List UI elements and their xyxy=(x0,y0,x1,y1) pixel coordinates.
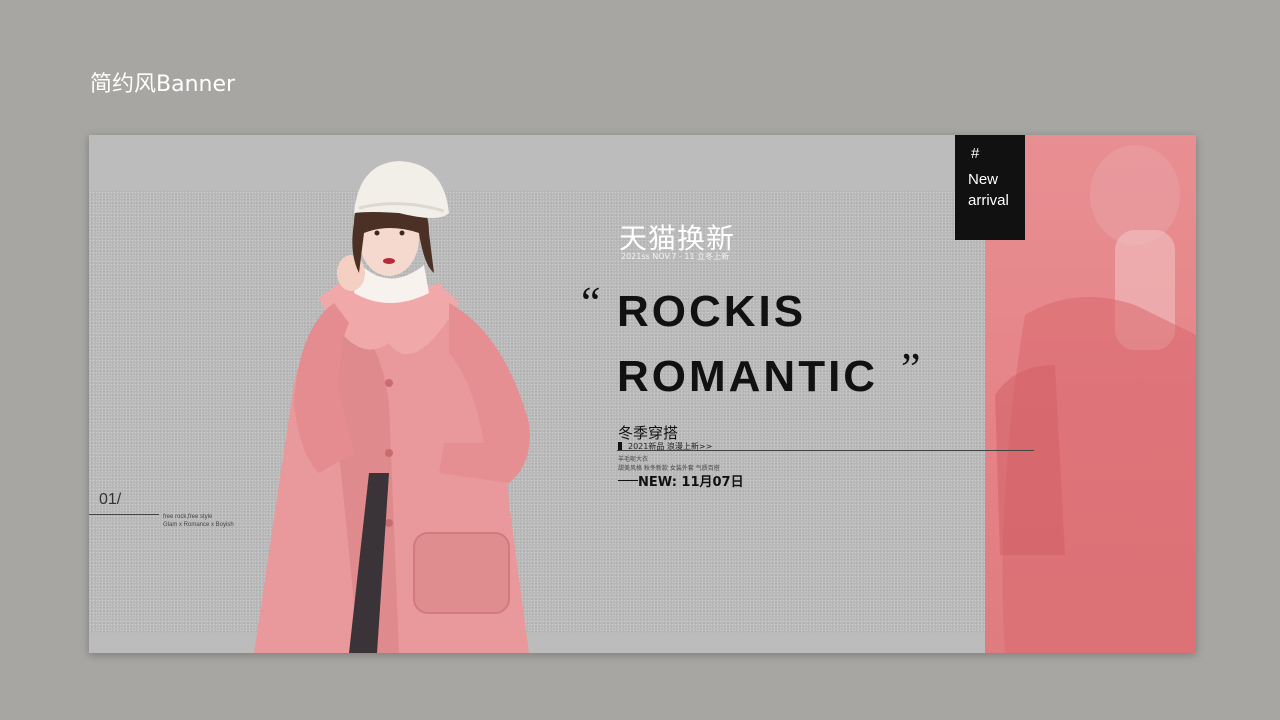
new-arrival-tag: # New arrival xyxy=(955,135,1025,240)
page-title: 简约风Banner xyxy=(90,72,236,97)
release-date: NEW: 11月07日 xyxy=(638,475,744,490)
season-title: 冬季穿搭 xyxy=(618,424,679,442)
slide-number: 01/ xyxy=(99,491,122,508)
tmall-subtitle: 2021ss NOV.7 - 11 立冬上新 xyxy=(621,252,730,261)
tag-line-arrival: arrival xyxy=(968,192,1009,209)
model-image xyxy=(254,161,530,653)
slide-divider xyxy=(89,514,159,515)
tag-hash: # xyxy=(971,145,980,162)
quote-close-mark: ” xyxy=(901,344,921,393)
promo-banner[interactable]: # New arrival 01/ free rock,free style G… xyxy=(89,135,1196,653)
tag-line-new: New xyxy=(968,171,999,188)
product-caption-1: 羊毛呢大衣 xyxy=(618,456,649,463)
divider-line xyxy=(617,450,1034,451)
style-caption-2: Glam x Romance x Boyish xyxy=(163,522,234,528)
headline-line-1: ROCKIS xyxy=(617,287,807,336)
date-dash xyxy=(618,480,638,481)
style-caption-1: free rock,free style xyxy=(163,514,213,520)
quote-open-mark: “ xyxy=(581,278,601,327)
headline-line-2: ROMANTIC xyxy=(617,352,879,401)
